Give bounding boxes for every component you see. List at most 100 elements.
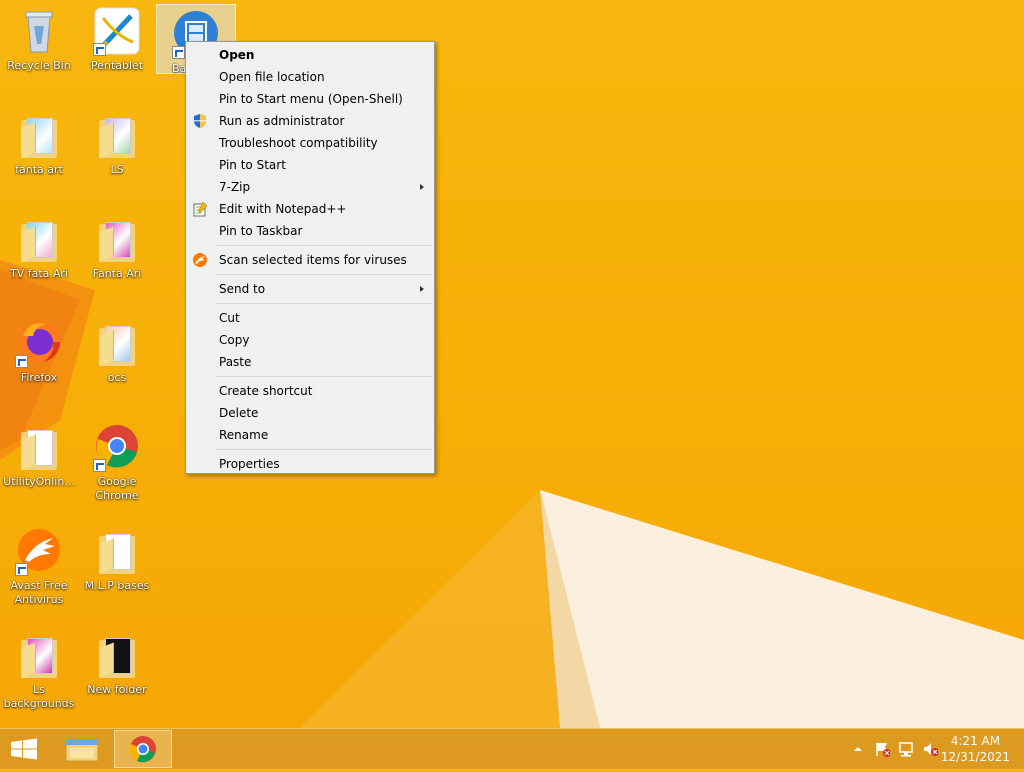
menu-separator bbox=[216, 303, 432, 304]
volume-muted-icon[interactable] bbox=[922, 741, 938, 757]
menu-item-label: Paste bbox=[219, 355, 252, 369]
desktop-icon-utilityonline[interactable]: UtilityOnlin... bbox=[0, 418, 78, 518]
desktop-icon-new-folder[interactable]: New folder bbox=[78, 626, 156, 726]
desktop-icon-fanta-ari[interactable]: Fanta Ari bbox=[78, 210, 156, 310]
system-clock[interactable]: 4:21 AM 12/31/2021 bbox=[941, 733, 1010, 765]
menu-item-create-shortcut[interactable]: Create shortcut bbox=[186, 380, 434, 402]
desktop-icon-ocs[interactable]: ocs bbox=[78, 314, 156, 414]
menu-item-label: Pin to Taskbar bbox=[219, 224, 303, 238]
menu-item-label: Scan selected items for viruses bbox=[219, 253, 407, 267]
menu-item-label: Edit with Notepad++ bbox=[219, 202, 347, 216]
shortcut-arrow-icon bbox=[15, 355, 28, 368]
menu-item-troubleshoot-compatibility[interactable]: Troubleshoot compatibility bbox=[186, 132, 434, 154]
chrome-icon bbox=[129, 736, 156, 763]
icon-label: Pentablet bbox=[90, 59, 144, 72]
menu-item-copy[interactable]: Copy bbox=[186, 329, 434, 351]
context-menu: Open Open file location Pin to Start men… bbox=[185, 41, 435, 474]
menu-item-open[interactable]: Open bbox=[186, 44, 434, 66]
icon-label: fanta art bbox=[15, 163, 63, 176]
menu-item-properties[interactable]: Properties bbox=[186, 453, 434, 475]
action-center-flag-icon[interactable] bbox=[874, 741, 890, 757]
menu-item-pin-to-start[interactable]: Pin to Start bbox=[186, 154, 434, 176]
folder-icon bbox=[93, 214, 141, 264]
menu-item-run-as-administrator[interactable]: Run as administrator bbox=[186, 110, 434, 132]
icon-label: Ls backgrounds bbox=[3, 683, 75, 710]
menu-item-label: Run as administrator bbox=[219, 114, 345, 128]
folder-icon bbox=[15, 630, 63, 680]
icon-label: LS bbox=[110, 163, 124, 176]
folder-icon bbox=[93, 318, 141, 368]
icon-label: TV fata Ari bbox=[9, 267, 68, 280]
show-hidden-icons-chevron-icon[interactable] bbox=[850, 741, 866, 757]
menu-item-label: Delete bbox=[219, 406, 259, 420]
desktop-icon-mlp-bases[interactable]: M.L.P bases bbox=[78, 522, 156, 622]
windows-logo-icon bbox=[11, 738, 37, 760]
menu-item-edit-with-notepadpp[interactable]: Edit with Notepad++ bbox=[186, 198, 434, 220]
menu-separator bbox=[216, 376, 432, 377]
icon-label: Firefox bbox=[20, 371, 58, 384]
taskbar-google-chrome[interactable] bbox=[114, 730, 172, 768]
icon-label: New folder bbox=[87, 683, 147, 696]
desktop[interactable]: Recycle Bin Pentablet Ba fanta art LS TV… bbox=[0, 0, 1024, 728]
shortcut-arrow-icon bbox=[172, 46, 185, 59]
menu-item-label: Troubleshoot compatibility bbox=[219, 136, 378, 150]
folder-icon bbox=[93, 526, 141, 576]
icon-label: Recycle Bin bbox=[7, 59, 71, 72]
desktop-icon-avast[interactable]: Avast Free Antivirus bbox=[0, 522, 78, 622]
icon-label: ocs bbox=[107, 371, 127, 384]
firefox-icon bbox=[15, 318, 63, 368]
desktop-icon-ls-backgrounds[interactable]: Ls backgrounds bbox=[0, 626, 78, 726]
menu-item-paste[interactable]: Paste bbox=[186, 351, 434, 373]
icon-label: Google Chrome bbox=[95, 475, 139, 502]
clock-time: 4:21 AM bbox=[950, 734, 1001, 748]
start-button[interactable] bbox=[0, 730, 48, 768]
pentablet-icon bbox=[93, 6, 141, 56]
menu-item-rename[interactable]: Rename bbox=[186, 424, 434, 446]
desktop-icon-fanta-art[interactable]: fanta art bbox=[0, 106, 78, 206]
submenu-arrow-icon bbox=[420, 286, 424, 292]
menu-item-pin-to-taskbar[interactable]: Pin to Taskbar bbox=[186, 220, 434, 242]
menu-item-label: Properties bbox=[219, 457, 280, 471]
menu-item-label: Pin to Start bbox=[219, 158, 286, 172]
menu-item-label: Create shortcut bbox=[219, 384, 313, 398]
uac-shield-icon bbox=[194, 114, 206, 128]
menu-item-label: Rename bbox=[219, 428, 269, 442]
menu-item-label: Open bbox=[219, 48, 255, 62]
desktop-icon-tv-fata-ari[interactable]: TV fata Ari bbox=[0, 210, 78, 310]
menu-item-scan-for-viruses[interactable]: Scan selected items for viruses bbox=[186, 249, 434, 271]
folder-icon bbox=[15, 214, 63, 264]
desktop-icon-recycle-bin[interactable]: Recycle Bin bbox=[0, 2, 78, 102]
shortcut-arrow-icon bbox=[15, 563, 28, 576]
recycle-bin-icon bbox=[15, 6, 63, 56]
menu-item-label: 7-Zip bbox=[219, 180, 251, 194]
icon-label: M.L.P bases bbox=[84, 579, 150, 592]
taskbar-file-explorer[interactable] bbox=[56, 730, 108, 768]
clock-date: 12/31/2021 bbox=[940, 750, 1010, 764]
desktop-icon-google-chrome[interactable]: Google Chrome bbox=[78, 418, 156, 518]
menu-separator bbox=[216, 274, 432, 275]
desktop-icon-pentablet[interactable]: Pentablet bbox=[78, 2, 156, 102]
shortcut-arrow-icon bbox=[93, 459, 106, 472]
folder-icon bbox=[15, 110, 63, 160]
folder-icon bbox=[93, 630, 141, 680]
notepadpp-icon bbox=[193, 201, 208, 217]
folder-icon bbox=[93, 110, 141, 160]
icon-label: UtilityOnlin... bbox=[3, 475, 75, 488]
menu-item-pin-to-start-menu-open-shell[interactable]: Pin to Start menu (Open-Shell) bbox=[186, 88, 434, 110]
menu-item-open-file-location[interactable]: Open file location bbox=[186, 66, 434, 88]
menu-item-cut[interactable]: Cut bbox=[186, 307, 434, 329]
chrome-icon bbox=[93, 422, 141, 472]
submenu-arrow-icon bbox=[420, 184, 424, 190]
network-icon[interactable] bbox=[898, 741, 914, 757]
desktop-icon-firefox[interactable]: Firefox bbox=[0, 314, 78, 414]
file-explorer-icon bbox=[65, 738, 99, 762]
menu-item-7-zip[interactable]: 7-Zip bbox=[186, 176, 434, 198]
avast-icon bbox=[193, 253, 207, 267]
menu-separator bbox=[216, 245, 432, 246]
desktop-icon-ls[interactable]: LS bbox=[78, 106, 156, 206]
menu-item-delete[interactable]: Delete bbox=[186, 402, 434, 424]
taskbar: 4:21 AM 12/31/2021 bbox=[0, 728, 1024, 769]
menu-item-send-to[interactable]: Send to bbox=[186, 278, 434, 300]
folder-icon bbox=[15, 422, 63, 472]
shortcut-arrow-icon bbox=[93, 43, 106, 56]
